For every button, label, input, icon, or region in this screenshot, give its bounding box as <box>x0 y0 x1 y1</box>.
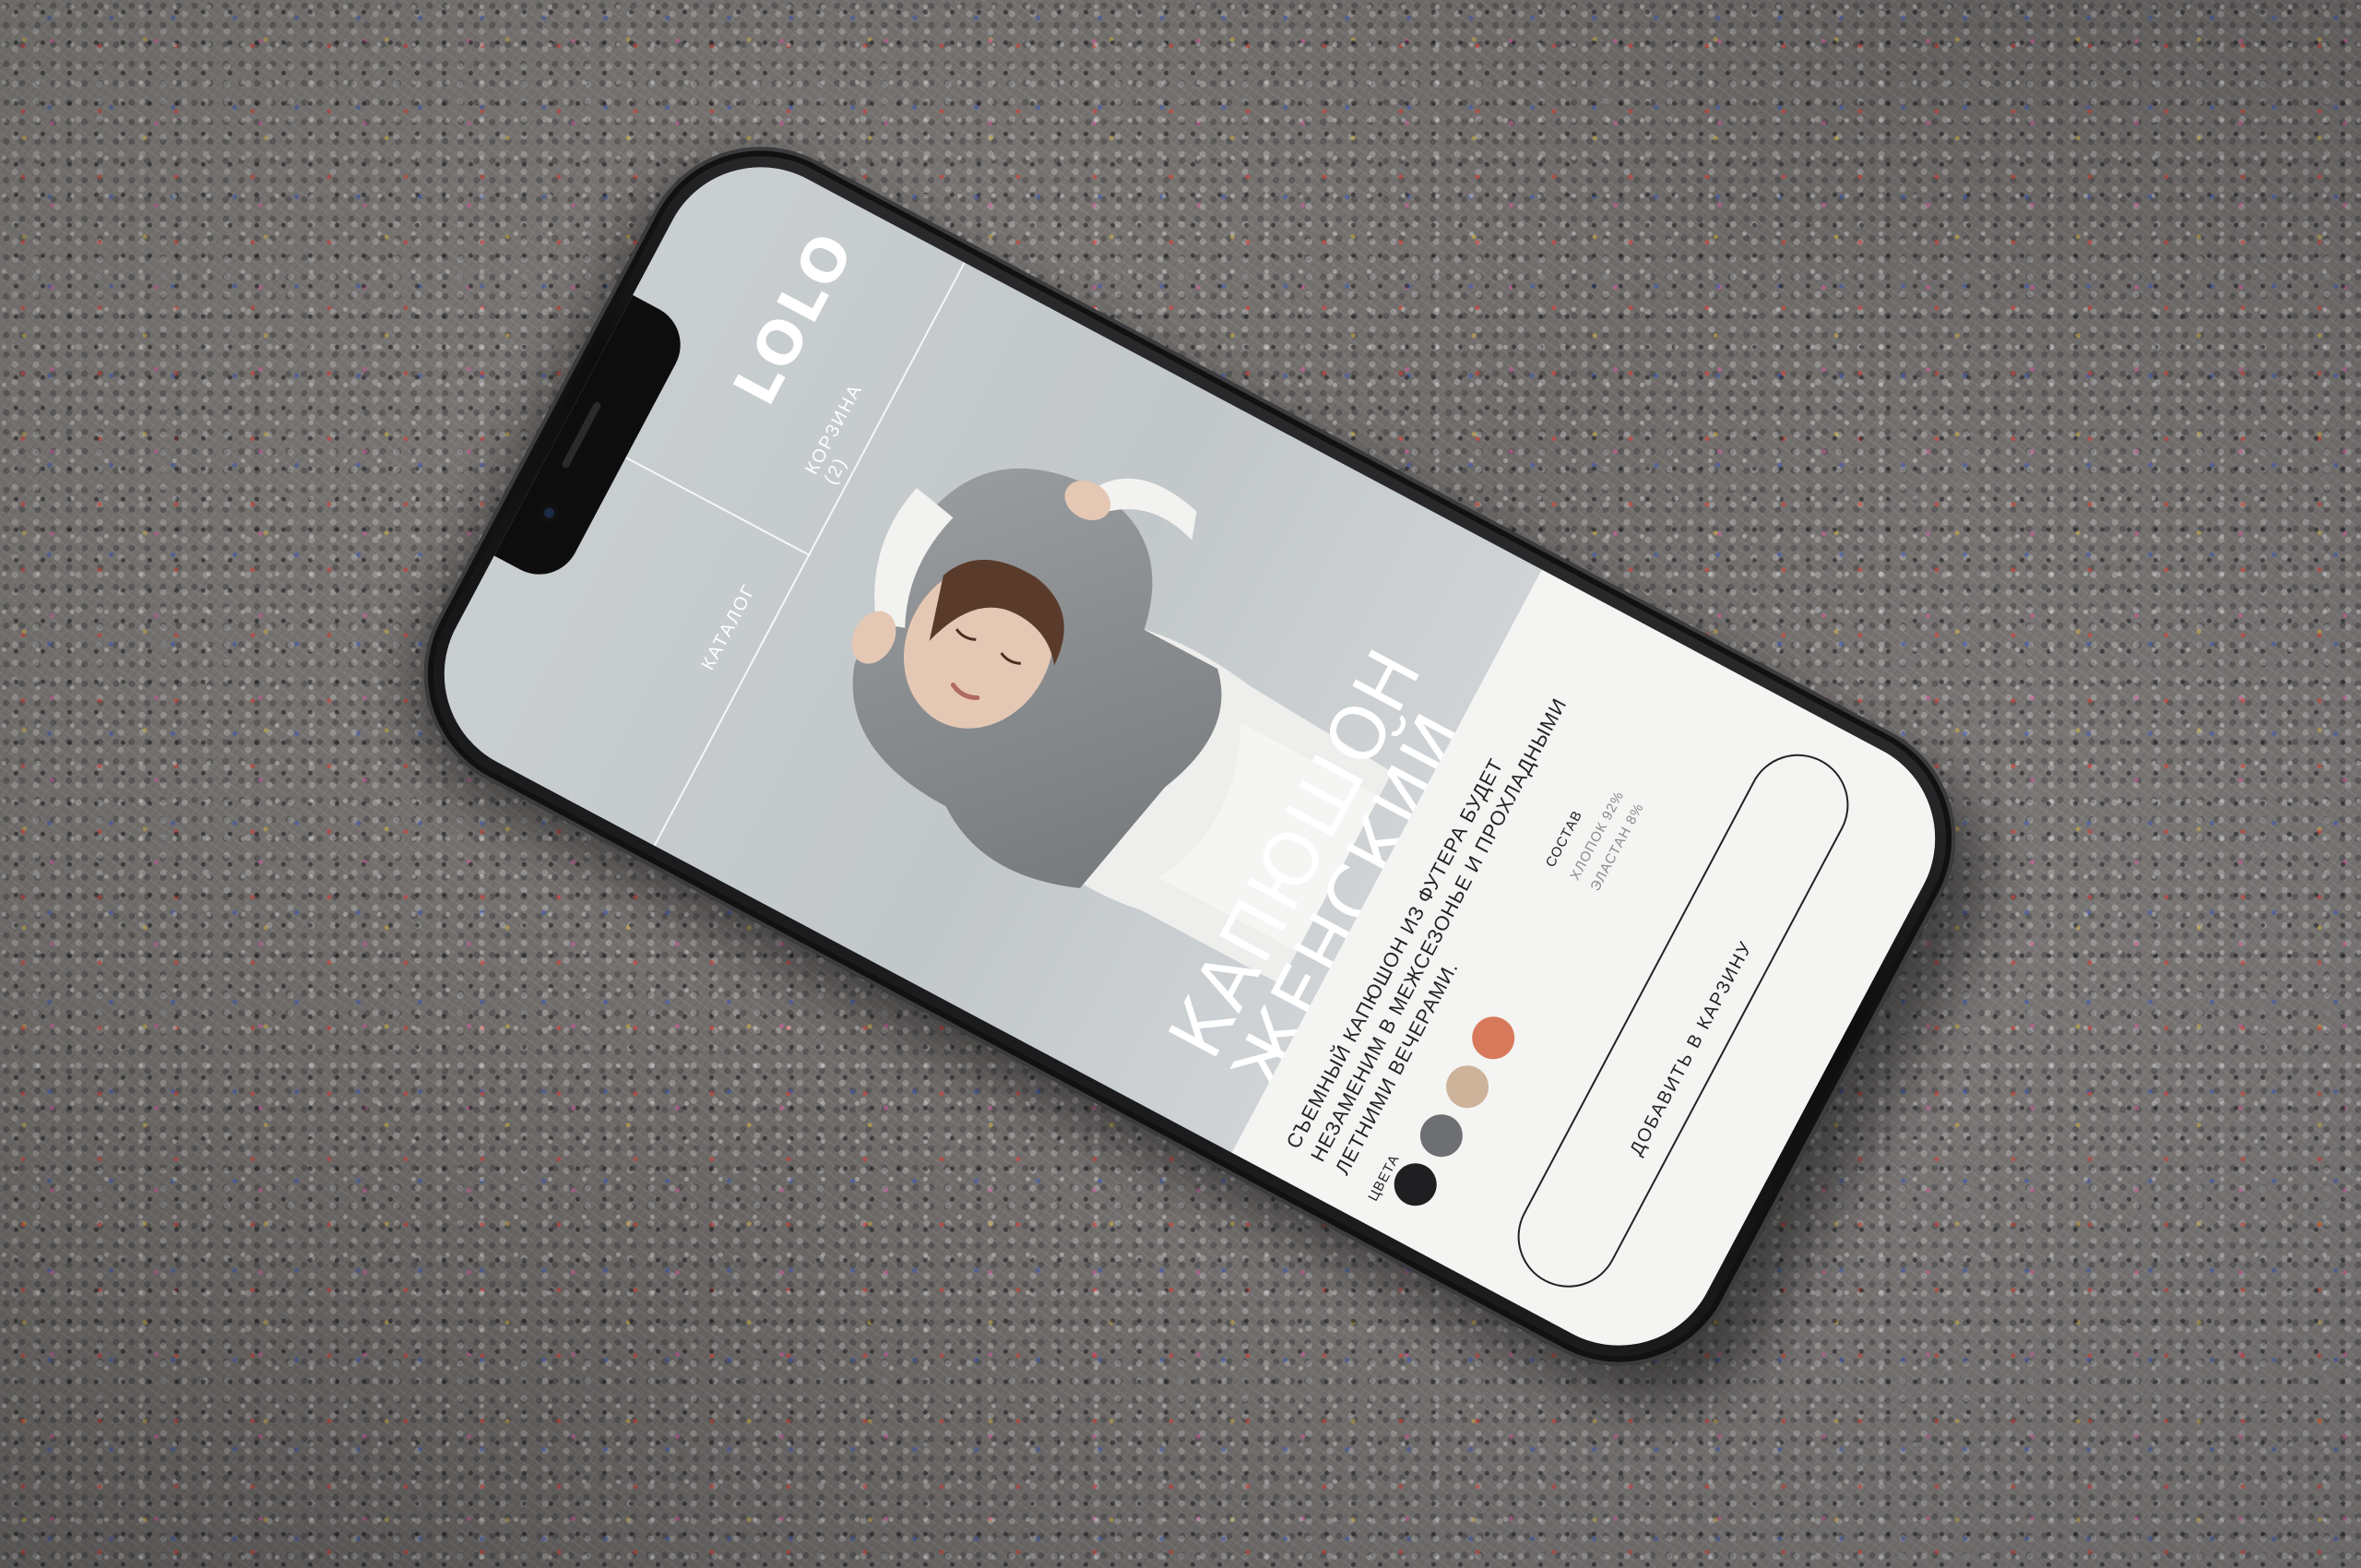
nav-divider-horizontal <box>611 449 811 556</box>
speaker-grille <box>561 400 602 469</box>
front-camera <box>535 499 564 527</box>
